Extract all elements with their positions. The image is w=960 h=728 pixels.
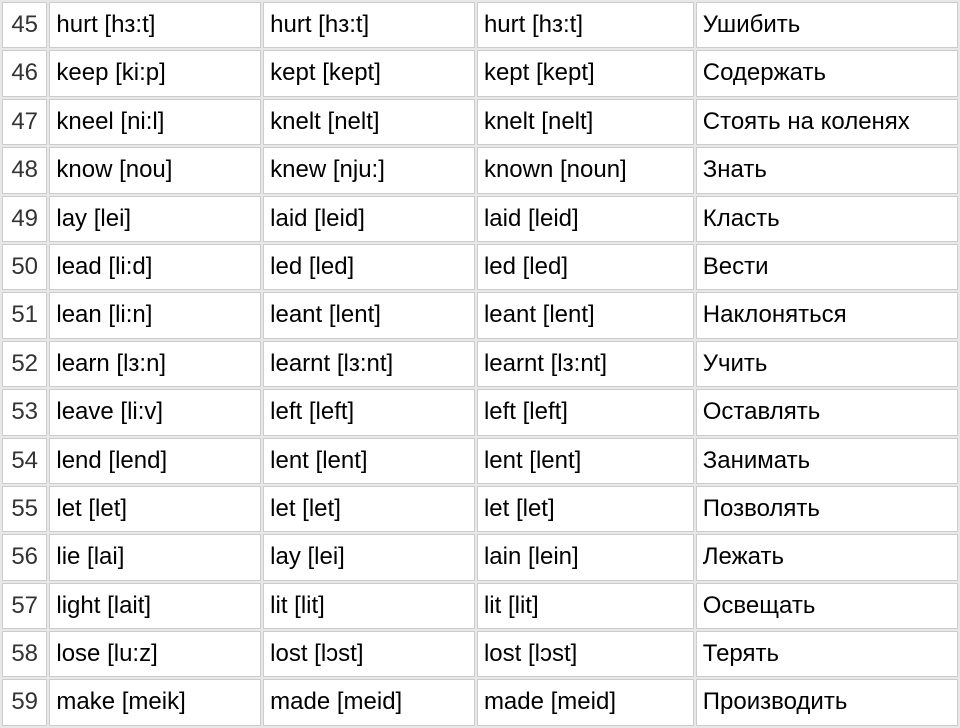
base-form: light [lait] [49, 583, 261, 629]
table-row: 47kneel [ni:l]knelt [nelt]knelt [nelt]Ст… [2, 99, 958, 145]
past-simple: let [let] [263, 486, 475, 532]
row-number: 48 [2, 147, 47, 193]
row-number: 55 [2, 486, 47, 532]
past-participle: hurt [hз:t] [477, 2, 694, 48]
past-participle: made [meid] [477, 679, 694, 725]
translation: Содержать [696, 50, 958, 96]
table-body: 45hurt [hз:t]hurt [hз:t]hurt [hз:t]Ушиби… [2, 2, 958, 726]
base-form: lend [lend] [49, 438, 261, 484]
base-form: kneel [ni:l] [49, 99, 261, 145]
row-number: 57 [2, 583, 47, 629]
row-number: 47 [2, 99, 47, 145]
base-form: make [meik] [49, 679, 261, 725]
past-participle: lain [lein] [477, 534, 694, 580]
table-row: 48know [nou]knew [nju:]known [noun]Знать [2, 147, 958, 193]
translation: Знать [696, 147, 958, 193]
translation: Лежать [696, 534, 958, 580]
row-number: 59 [2, 679, 47, 725]
past-participle: let [let] [477, 486, 694, 532]
base-form: hurt [hз:t] [49, 2, 261, 48]
translation: Вести [696, 244, 958, 290]
row-number: 54 [2, 438, 47, 484]
row-number: 45 [2, 2, 47, 48]
base-form: lose [lu:z] [49, 631, 261, 677]
table-row: 55let [let]let [let]let [let]Позволять [2, 486, 958, 532]
table-row: 58lose [lu:z]lost [lɔst]lost [lɔst]Терят… [2, 631, 958, 677]
row-number: 53 [2, 389, 47, 435]
table-row: 50lead [li:d]led [led]led [led]Вести [2, 244, 958, 290]
past-simple: made [meid] [263, 679, 475, 725]
past-simple: learnt [lз:nt] [263, 341, 475, 387]
base-form: lead [li:d] [49, 244, 261, 290]
past-participle: known [noun] [477, 147, 694, 193]
row-number: 58 [2, 631, 47, 677]
past-participle: learnt [lз:nt] [477, 341, 694, 387]
base-form: leave [li:v] [49, 389, 261, 435]
table-row: 46keep [ki:p]kept [kept]kept [kept]Содер… [2, 50, 958, 96]
past-participle: laid [leid] [477, 196, 694, 242]
table-row: 51lean [li:n]leant [lent]leant [lent]Нак… [2, 292, 958, 338]
row-number: 46 [2, 50, 47, 96]
base-form: lean [li:n] [49, 292, 261, 338]
translation: Класть [696, 196, 958, 242]
row-number: 51 [2, 292, 47, 338]
row-number: 52 [2, 341, 47, 387]
past-simple: leant [lent] [263, 292, 475, 338]
past-simple: hurt [hз:t] [263, 2, 475, 48]
past-simple: lay [lei] [263, 534, 475, 580]
past-simple: knelt [nelt] [263, 99, 475, 145]
past-simple: kept [kept] [263, 50, 475, 96]
table-row: 56lie [lai]lay [lei]lain [lein]Лежать [2, 534, 958, 580]
past-participle: led [led] [477, 244, 694, 290]
translation: Ушибить [696, 2, 958, 48]
past-participle: lent [lent] [477, 438, 694, 484]
past-simple: left [left] [263, 389, 475, 435]
past-participle: lit [lit] [477, 583, 694, 629]
base-form: lie [lai] [49, 534, 261, 580]
table-row: 49lay [lei]laid [leid]laid [leid]Класть [2, 196, 958, 242]
past-participle: kept [kept] [477, 50, 694, 96]
table-row: 57light [lait]lit [lit]lit [lit]Освещать [2, 583, 958, 629]
past-simple: led [led] [263, 244, 475, 290]
past-simple: lent [lent] [263, 438, 475, 484]
translation: Занимать [696, 438, 958, 484]
row-number: 50 [2, 244, 47, 290]
past-participle: knelt [nelt] [477, 99, 694, 145]
past-simple: knew [nju:] [263, 147, 475, 193]
translation: Позволять [696, 486, 958, 532]
translation: Наклоняться [696, 292, 958, 338]
row-number: 56 [2, 534, 47, 580]
past-participle: lost [lɔst] [477, 631, 694, 677]
table-row: 59make [meik]made [meid]made [meid]Произ… [2, 679, 958, 725]
base-form: learn [lз:n] [49, 341, 261, 387]
past-simple: lit [lit] [263, 583, 475, 629]
base-form: let [let] [49, 486, 261, 532]
translation: Оставлять [696, 389, 958, 435]
table-row: 45hurt [hз:t]hurt [hз:t]hurt [hз:t]Ушиби… [2, 2, 958, 48]
row-number: 49 [2, 196, 47, 242]
translation: Стоять на коленях [696, 99, 958, 145]
base-form: lay [lei] [49, 196, 261, 242]
translation: Производить [696, 679, 958, 725]
table-row: 54lend [lend]lent [lent]lent [lent]Заним… [2, 438, 958, 484]
table-row: 52learn [lз:n]learnt [lз:nt]learnt [lз:n… [2, 341, 958, 387]
past-simple: laid [leid] [263, 196, 475, 242]
table-row: 53leave [li:v]left [left]left [left]Оста… [2, 389, 958, 435]
irregular-verbs-table: 45hurt [hз:t]hurt [hз:t]hurt [hз:t]Ушиби… [0, 0, 960, 728]
translation: Освещать [696, 583, 958, 629]
past-participle: leant [lent] [477, 292, 694, 338]
past-simple: lost [lɔst] [263, 631, 475, 677]
base-form: keep [ki:p] [49, 50, 261, 96]
translation: Учить [696, 341, 958, 387]
past-participle: left [left] [477, 389, 694, 435]
base-form: know [nou] [49, 147, 261, 193]
translation: Терять [696, 631, 958, 677]
